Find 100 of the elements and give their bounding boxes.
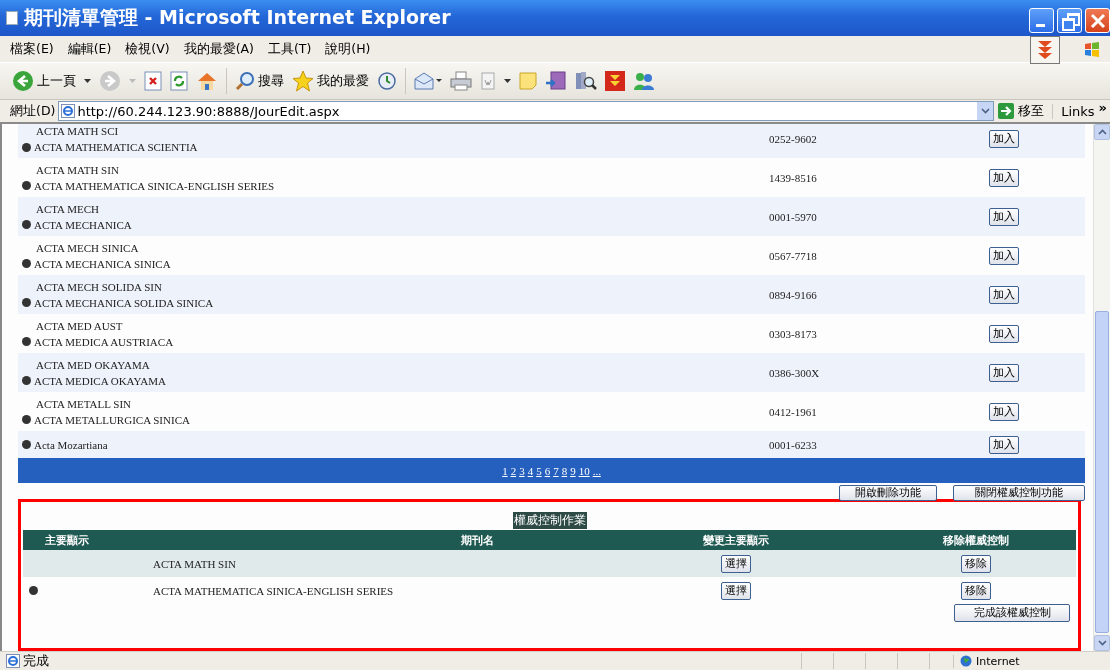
journal-title: ACTA MATHEMATICA SCIENTIA [34, 141, 198, 153]
window-title: 期刊清單管理 - Microsoft Internet Explorer [24, 5, 452, 30]
menu-item[interactable]: 編輯(E) [67, 40, 112, 58]
search-button[interactable]: 搜尋 [235, 71, 284, 91]
close-icon [1088, 11, 1107, 30]
notebook-icon[interactable] [545, 71, 567, 91]
home-icon[interactable] [196, 71, 218, 91]
document-icon[interactable] [480, 72, 496, 90]
page-link[interactable]: 6 [544, 464, 551, 477]
column-header: 移除權威控制 [942, 532, 1010, 548]
scroll-down-button[interactable] [1094, 635, 1110, 651]
scroll-thumb[interactable] [1095, 311, 1109, 633]
journal-abbreviation: ACTA MECH [35, 202, 100, 215]
add-button[interactable]: 加入 [989, 246, 1019, 265]
section-title: 權威控制作業 [512, 512, 587, 529]
add-button[interactable]: 加入 [989, 363, 1019, 382]
address-field[interactable]: http://60.244.123.90:8888/JourEdit.aspx [58, 101, 995, 121]
issn-cell-text: 0303-8173 [769, 327, 818, 340]
chevron-up-icon [1097, 129, 1107, 135]
page-link[interactable]: 1 [502, 464, 508, 477]
menu-item[interactable]: 說明(H) [325, 40, 371, 58]
journal-abbreviation: ACTA MATH SCI [35, 125, 120, 137]
add-button[interactable]: 加入 [989, 130, 1019, 148]
links-button[interactable]: Links [1052, 103, 1099, 119]
add-button[interactable]: 加入 [989, 402, 1019, 421]
favorites-button[interactable]: 我的最愛 [292, 70, 369, 92]
caret-icon[interactable] [504, 79, 511, 83]
bullet-icon [22, 376, 31, 385]
scrollbar[interactable] [1093, 124, 1110, 651]
zone-label: Internet [976, 654, 1020, 668]
add-button[interactable]: 加入 [989, 435, 1019, 454]
journal-title: Acta Mozartiana [34, 438, 108, 451]
chevron-down-icon [1097, 640, 1107, 646]
add-button[interactable]: 加入 [989, 285, 1019, 304]
star-icon [292, 70, 314, 92]
status-text: 完成 [23, 652, 49, 670]
page-link[interactable]: 8 [561, 464, 568, 477]
stop-icon[interactable] [144, 71, 162, 91]
address-label: 網址(D) [10, 102, 56, 120]
research-icon[interactable] [575, 71, 597, 91]
select-button[interactable]: 選擇 [721, 554, 751, 573]
bullet-icon [22, 142, 31, 152]
page-link[interactable]: 2 [510, 464, 517, 477]
bullet-icon [22, 259, 31, 268]
bullet-icon [22, 337, 31, 346]
journal-name: ACTA MATH SIN [153, 557, 237, 570]
mail-icon[interactable] [414, 71, 442, 91]
more-button[interactable]: » [1098, 100, 1110, 115]
page-link[interactable]: 3 [519, 464, 525, 477]
column-header: 期刊名 [460, 532, 495, 548]
journal-title: ACTA MECHANICA SOLIDA SINICA [34, 296, 214, 309]
journal-abbreviation: ACTA MECH SOLIDA SIN [35, 280, 163, 293]
close-button[interactable] [1085, 8, 1110, 33]
action-button[interactable]: 開啟刪除功能 [839, 485, 937, 501]
journal-title: ACTA METALLURGICA SINICA [34, 413, 190, 426]
add-button[interactable]: 加入 [989, 207, 1019, 226]
journal-name: ACTA MATHEMATICA SINICA-ENGLISH SERIES [153, 584, 395, 597]
history-icon[interactable] [377, 71, 397, 91]
journal-abbreviation: ACTA MED AUST [35, 319, 124, 332]
back-button[interactable]: 上一頁 [12, 70, 76, 92]
menu-item[interactable]: 我的最愛(A) [183, 40, 254, 58]
action-button[interactable]: 關閉權威控制功能 [953, 485, 1085, 501]
add-button[interactable]: 加入 [989, 324, 1019, 343]
page-link[interactable]: 9 [570, 464, 576, 477]
journal-abbreviation: ACTA MED OKAYAMA [35, 358, 151, 371]
issn-cell-text: 0001-5970 [769, 210, 818, 223]
journal-abbreviation: ACTA METALL SIN [35, 397, 132, 410]
arrow-right-icon [998, 103, 1015, 119]
page-link[interactable]: ... [592, 464, 601, 477]
printer-icon[interactable] [450, 71, 472, 91]
remove-button[interactable]: 移除 [961, 581, 991, 600]
menu-item[interactable]: 檢視(V) [125, 40, 170, 58]
page-link[interactable]: 10 [578, 464, 590, 477]
journal-title: ACTA MECHANICA SINICA [34, 257, 171, 270]
page-link[interactable]: 5 [536, 464, 542, 477]
bullet-icon [22, 440, 31, 449]
restore-button[interactable] [1057, 8, 1082, 33]
page-link[interactable]: 7 [553, 464, 559, 477]
issn-cell-text: 0412-1961 [769, 405, 818, 418]
people-icon[interactable] [633, 71, 655, 91]
select-button[interactable]: 選擇 [721, 581, 751, 600]
dropdown-button[interactable] [977, 102, 994, 120]
remove-button[interactable]: 移除 [961, 554, 991, 573]
globe-icon [960, 655, 972, 667]
finish-button[interactable]: 完成該權威控制 [954, 604, 1070, 622]
journal-abbreviation: ACTA MECH SINICA [35, 241, 140, 254]
page-link[interactable]: 4 [527, 464, 534, 477]
scroll-up-button[interactable] [1094, 124, 1110, 140]
bullet-icon [22, 181, 31, 190]
menu-item[interactable]: 檔案(E) [10, 40, 54, 58]
bullet-icon [22, 220, 31, 229]
bullet-icon [22, 415, 31, 424]
journal-title: ACTA MATHEMATICA SINICA-ENGLISH SERIES [34, 179, 275, 192]
add-button[interactable]: 加入 [989, 168, 1019, 187]
refresh-icon[interactable] [170, 71, 188, 91]
issn-cell-text: 0894-9166 [769, 288, 818, 301]
go-button[interactable]: 移至 [994, 102, 1053, 120]
minimize-button[interactable] [1029, 8, 1054, 33]
menu-item[interactable]: 工具(T) [267, 40, 312, 58]
caret-icon[interactable] [84, 79, 91, 83]
